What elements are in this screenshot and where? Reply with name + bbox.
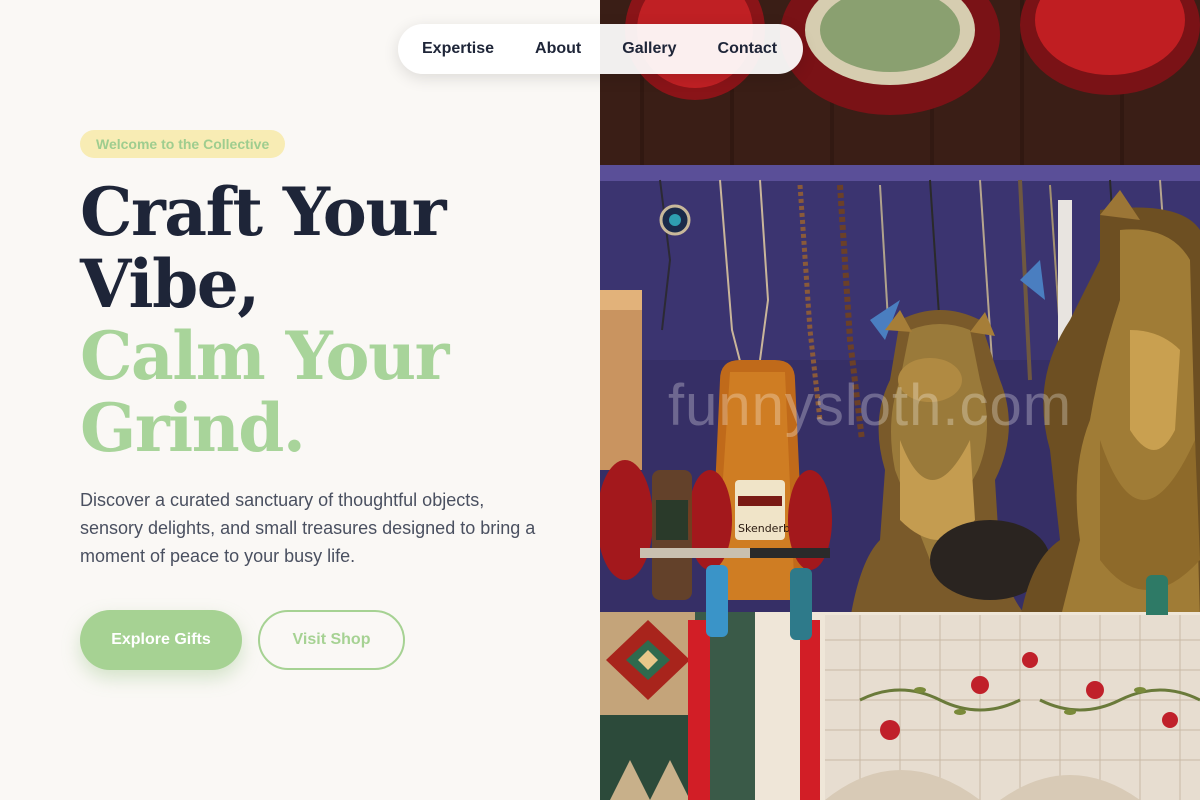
explore-gifts-button[interactable]: Explore Gifts (80, 610, 242, 670)
headline-line-4: Grind. (80, 389, 306, 467)
main-nav: Expertise About Gallery Contact (398, 24, 803, 74)
headline-line-1: Craft Your (80, 173, 447, 251)
headline-line-2: Vibe, (80, 245, 260, 323)
hero-description: Discover a curated sanctuary of thoughtf… (80, 490, 536, 566)
hero-left-panel: Welcome to the Collective Craft Your Vib… (0, 0, 600, 800)
hero-headline: Craft Your Vibe, Calm Your Grind. (80, 176, 580, 464)
visit-shop-button[interactable]: Visit Shop (258, 610, 405, 670)
nav-item-expertise[interactable]: Expertise (422, 40, 494, 58)
landing-page: Welcome to the Collective Craft Your Vib… (0, 0, 1200, 800)
nav-item-gallery[interactable]: Gallery (622, 40, 676, 58)
nav-item-contact[interactable]: Contact (718, 40, 778, 58)
nav-item-about[interactable]: About (535, 40, 581, 58)
welcome-badge: Welcome to the Collective (80, 130, 286, 158)
headline-line-3: Calm Your (80, 317, 449, 395)
market-stall-photo: Skenderbeu (600, 0, 1200, 800)
hero-photo: Skenderbeu (600, 0, 1200, 800)
